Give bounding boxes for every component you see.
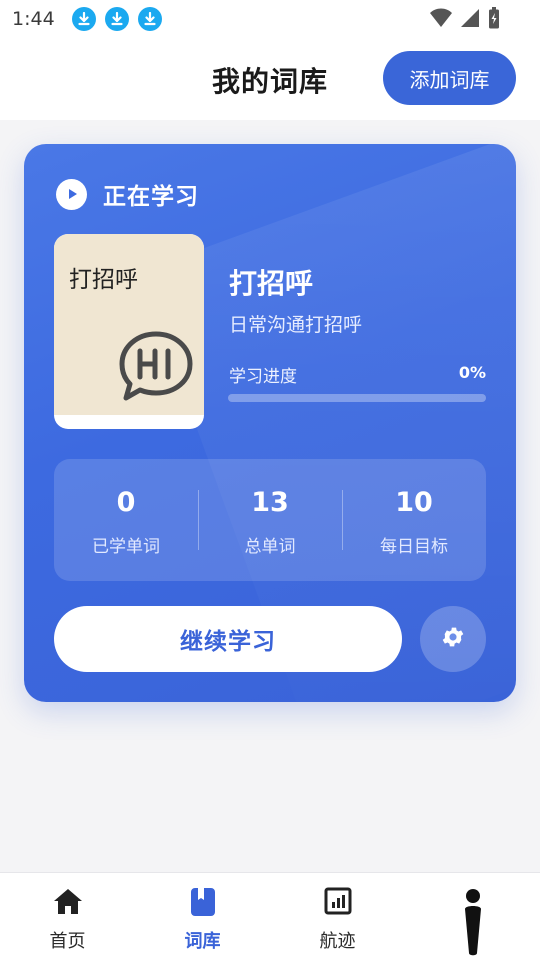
deck-description: 日常沟通打招呼 <box>229 314 363 336</box>
stat-value: 13 <box>251 487 289 518</box>
download-icon <box>137 7 162 31</box>
signal-icon <box>460 8 480 32</box>
status-time: 1:44 <box>12 8 55 30</box>
continue-learning-button[interactable]: 继续学习 <box>54 606 402 672</box>
battery-icon <box>488 7 500 33</box>
nav-item-track[interactable]: 航迹 <box>270 873 405 960</box>
bottom-nav: 首页 词库 航迹 <box>0 872 540 960</box>
deck-name: 打招呼 <box>229 267 314 300</box>
progress-label: 学习进度 <box>229 367 297 387</box>
book-cover-title: 打招呼 <box>69 267 138 293</box>
stat-learned-words: 0 已学单词 <box>54 459 198 581</box>
stat-value: 10 <box>395 487 433 518</box>
status-bar: 1:44 <box>0 0 540 38</box>
nav-item-home[interactable]: 首页 <box>0 873 135 960</box>
stat-label: 每日目标 <box>380 537 448 557</box>
add-library-button[interactable]: 添加词库 <box>383 51 516 105</box>
book-cover[interactable]: 打招呼 <box>54 234 204 429</box>
nav-label: 首页 <box>49 931 86 952</box>
download-icon <box>104 7 129 31</box>
settings-button[interactable] <box>420 606 486 672</box>
stat-label: 已学单词 <box>92 537 160 557</box>
current-study-card: 正在学习 打招呼 打招呼 日常沟通打招呼 学习进度 0% 0 已学单词 13 总… <box>24 144 516 702</box>
stats-panel: 0 已学单词 13 总单词 10 每日目标 <box>54 459 486 581</box>
stat-label: 总单词 <box>244 537 296 557</box>
hi-speech-bubble-icon <box>118 330 194 408</box>
gear-icon <box>440 624 466 654</box>
progress-value: 0% <box>458 363 486 382</box>
studying-status: 正在学习 <box>56 177 199 211</box>
studying-label: 正在学习 <box>103 184 199 210</box>
stat-total-words: 13 总单词 <box>198 459 342 581</box>
nav-item-profile[interactable] <box>405 873 540 960</box>
chart-icon <box>324 887 352 919</box>
download-icon <box>71 7 96 31</box>
bookmark-icon <box>190 887 216 921</box>
play-icon <box>56 178 87 210</box>
nav-item-library[interactable]: 词库 <box>135 873 270 960</box>
progress-bar <box>228 394 486 402</box>
stat-daily-goal: 10 每日目标 <box>342 459 486 581</box>
home-icon <box>53 887 83 919</box>
app-header: 我的词库 添加词库 <box>0 38 540 120</box>
stat-value: 0 <box>116 487 136 518</box>
book-cover-face: 打招呼 <box>54 234 204 415</box>
nav-label: 航迹 <box>319 931 356 952</box>
wifi-icon <box>430 8 452 32</box>
person-icon <box>458 887 488 960</box>
nav-label: 词库 <box>184 931 221 952</box>
